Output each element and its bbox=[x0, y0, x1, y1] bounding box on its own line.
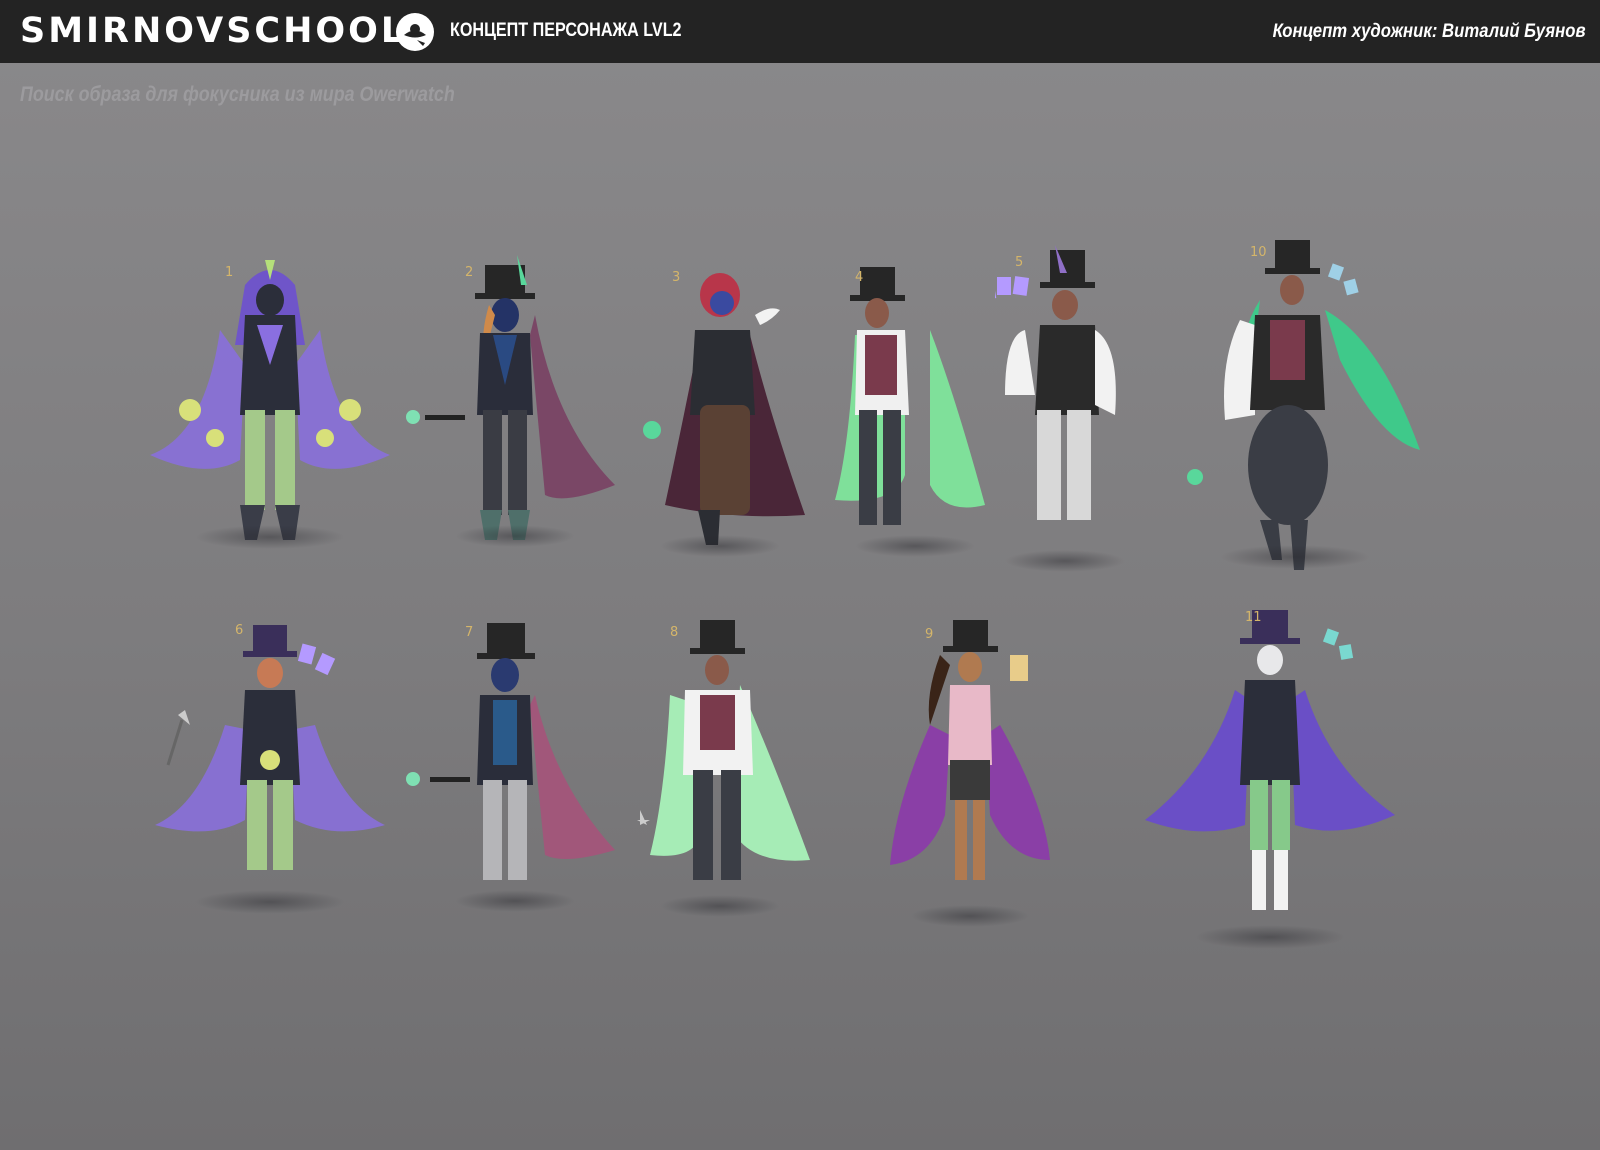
figure-number: 8 bbox=[670, 625, 679, 640]
character-concept-11: 11 bbox=[1140, 600, 1400, 960]
figure-illustration bbox=[643, 273, 805, 545]
figure-number: 7 bbox=[465, 625, 474, 640]
figure-illustration bbox=[637, 620, 810, 880]
figure-number: 6 bbox=[235, 623, 244, 638]
character-concept-5: 5 bbox=[979, 245, 1135, 585]
figure-illustration bbox=[890, 620, 1050, 880]
header-bar: SMIRNOVSCHOOL КОНЦЕПТ ПЕРСОНАЖА LVL2 Кон… bbox=[0, 0, 1600, 63]
character-concept-3: 3 bbox=[640, 255, 820, 565]
character-concept-2: 2 bbox=[405, 255, 625, 555]
character-concept-4: 4 bbox=[835, 255, 1015, 565]
flying-saucer-icon bbox=[396, 13, 434, 51]
character-concept-1: 1 bbox=[145, 255, 395, 555]
character-concept-7: 7 bbox=[405, 615, 625, 915]
figure-illustration bbox=[1145, 610, 1395, 910]
character-concept-9: 9 bbox=[870, 615, 1070, 935]
brand-wordmark: SMIRNOVSCHOOL bbox=[20, 11, 407, 51]
figure-illustration bbox=[835, 267, 985, 525]
character-concept-10: 10 bbox=[1180, 240, 1440, 590]
figure-illustration bbox=[1187, 240, 1420, 570]
figure-number: 10 bbox=[1250, 245, 1267, 260]
figure-number: 11 bbox=[1245, 610, 1262, 625]
course-title: КОНЦЕПТ ПЕРСОНАЖА LVL2 bbox=[450, 20, 682, 41]
figure-illustration bbox=[406, 255, 615, 540]
figure-number: 2 bbox=[465, 265, 474, 280]
figure-number: 5 bbox=[1015, 255, 1024, 270]
character-concept-6: 6 bbox=[150, 615, 390, 915]
figure-number: 4 bbox=[855, 270, 864, 285]
figure-number: 9 bbox=[925, 627, 934, 642]
figure-illustration bbox=[155, 625, 385, 870]
figure-illustration bbox=[979, 245, 1116, 520]
character-concept-8: 8 bbox=[635, 615, 815, 925]
figure-illustration bbox=[406, 623, 615, 880]
artist-credit: Концепт художник: Виталий Буянов bbox=[1273, 21, 1586, 42]
page-subtitle: Поиск образа для фокусника из мира Owerw… bbox=[20, 83, 455, 106]
figure-number: 3 bbox=[672, 270, 681, 285]
figure-illustration bbox=[150, 260, 390, 540]
figure-number: 1 bbox=[225, 265, 234, 280]
